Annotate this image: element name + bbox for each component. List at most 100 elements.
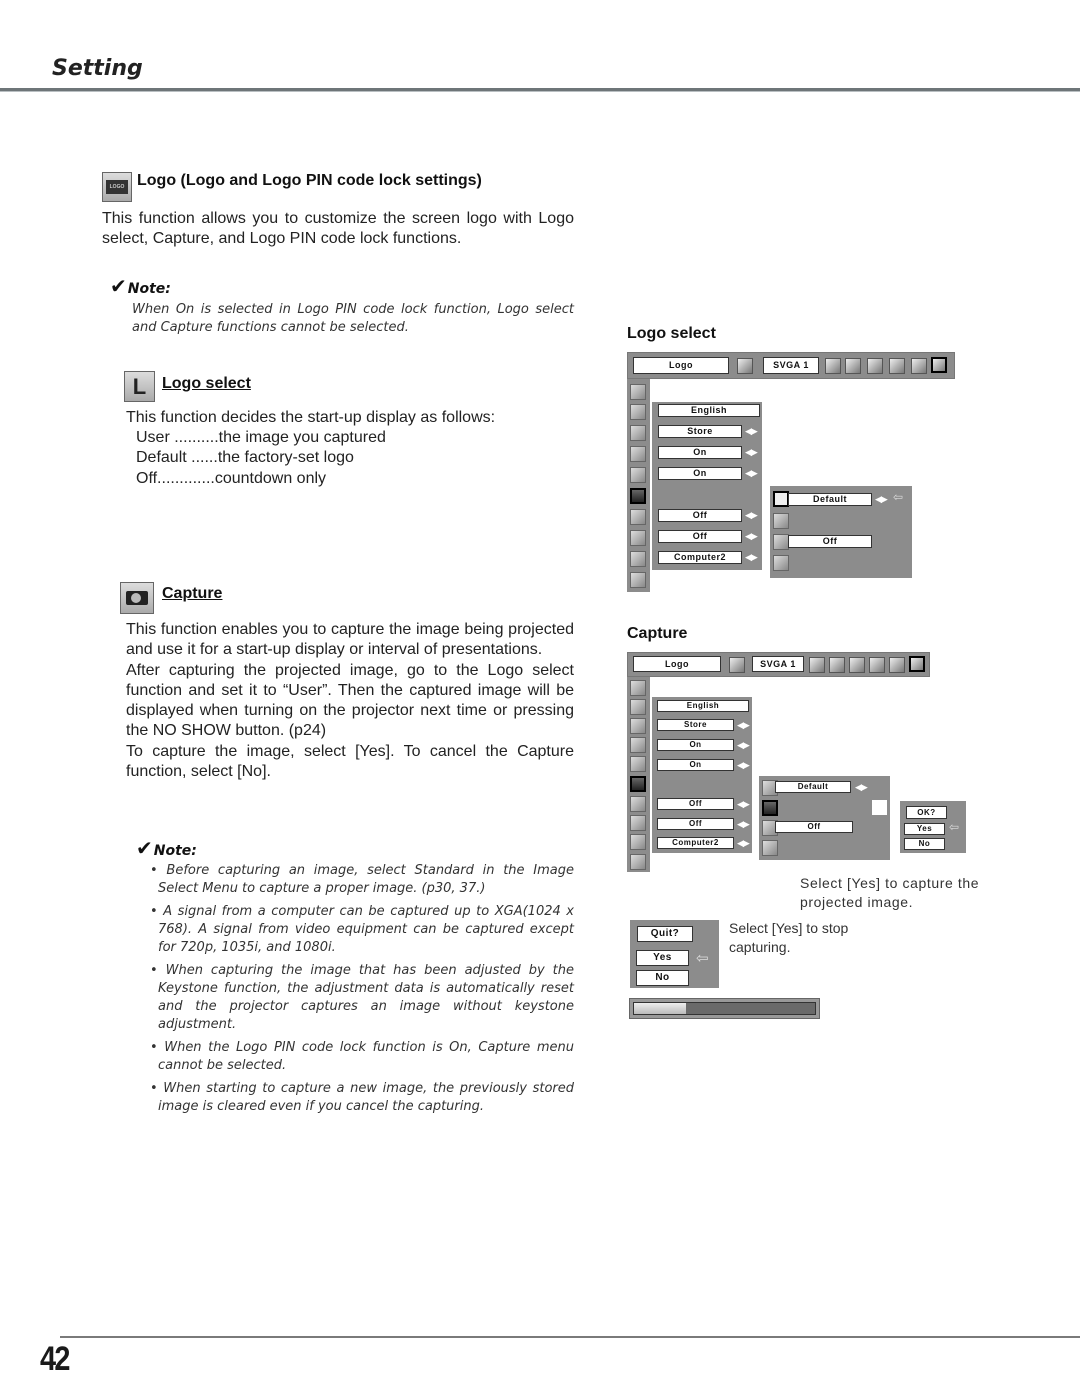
image-select-icon[interactable] [845, 358, 861, 374]
capture-note-heading: ✔Note: [136, 836, 197, 860]
pointer-arrow-icon: ⇦ [696, 950, 709, 967]
terminal-icon[interactable] [630, 834, 646, 850]
image-adjust-icon[interactable] [867, 358, 883, 374]
adjust-arrows-icon[interactable]: ◀▶ [737, 720, 750, 731]
logo-select-options: User ..........the image you captured De… [136, 428, 386, 489]
adjust-arrows-icon[interactable]: ◀▶ [745, 426, 758, 437]
capture-description: This function enables you to capture the… [126, 620, 574, 782]
menu-field[interactable]: On [658, 446, 742, 459]
adjust-arrows-icon[interactable]: ◀▶ [737, 838, 750, 849]
setting-icon[interactable] [931, 357, 947, 373]
ceiling-icon[interactable] [630, 796, 646, 812]
language-field[interactable]: English [658, 404, 760, 417]
capture-icon[interactable] [773, 513, 789, 529]
image-adjust-icon[interactable] [849, 657, 865, 673]
menu-field[interactable]: Computer2 [657, 837, 734, 849]
adjust-arrows-icon[interactable]: ◀▶ [745, 468, 758, 479]
menu-field[interactable]: Off [658, 530, 742, 543]
logo-menu-icon[interactable] [630, 488, 646, 504]
ceiling-icon[interactable] [630, 509, 646, 525]
screen-size-icon[interactable] [869, 657, 885, 673]
capture-icon[interactable] [762, 800, 778, 816]
note-label: Note: [127, 281, 171, 297]
pc-adjust-icon[interactable] [825, 358, 841, 374]
exit-icon[interactable] [773, 555, 789, 571]
capture-notes: • Before capturing an image, select Stan… [148, 862, 574, 1121]
adjust-arrows-icon[interactable]: ◀▶ [745, 552, 758, 563]
scroll-up-icon[interactable] [630, 680, 646, 696]
header-rule [0, 88, 1080, 92]
screen-size-icon[interactable] [889, 358, 905, 374]
background-icon[interactable] [630, 737, 646, 753]
pin-lock-icon[interactable] [773, 534, 789, 550]
menu-field[interactable]: Store [658, 425, 742, 438]
pc-adjust-icon[interactable] [809, 657, 825, 673]
exit-icon[interactable] [762, 840, 778, 856]
note-heading: ✔Note: [110, 274, 171, 298]
confirm-yes-button[interactable]: Yes [904, 823, 945, 835]
adjust-arrows-icon[interactable]: ◀▶ [745, 531, 758, 542]
image-select-icon[interactable] [829, 657, 845, 673]
display-icon[interactable] [630, 756, 646, 772]
quit-no-button[interactable]: No [636, 970, 689, 986]
menu-title-field: Logo [633, 656, 721, 672]
note-text: When On is selected in Logo PIN code loc… [132, 302, 574, 335]
logo-select-menu: Logo SVGA 1 English Store ◀▶ On ◀▶ On ◀▶… [627, 352, 955, 592]
adjust-arrows-icon[interactable]: ◀▶ [855, 782, 868, 793]
logo-select-icon[interactable] [773, 491, 789, 507]
scroll-up-icon[interactable] [630, 384, 646, 400]
adjust-arrows-icon[interactable]: ◀▶ [875, 494, 888, 505]
setting-icon[interactable] [909, 656, 925, 672]
menu-field[interactable]: Off [657, 798, 734, 810]
language-field[interactable]: English [657, 700, 749, 712]
adjust-arrows-icon[interactable]: ◀▶ [737, 819, 750, 830]
pointer-arrow-icon: ⇦ [893, 490, 904, 504]
logo-select-field[interactable]: Default [788, 493, 872, 506]
logo-select-icon: L [124, 371, 155, 402]
option-user: User ..........the image you captured [136, 429, 386, 446]
terminal-icon[interactable] [630, 551, 646, 567]
rear-icon[interactable] [630, 530, 646, 546]
scroll-down-icon[interactable] [630, 572, 646, 588]
adjust-arrows-icon[interactable]: ◀▶ [745, 447, 758, 458]
sound-icon[interactable] [889, 657, 905, 673]
logo-menu-icon[interactable] [630, 776, 646, 792]
pointer-arrow-icon: ⇦ [949, 820, 960, 834]
adjust-arrows-icon[interactable]: ◀▶ [737, 760, 750, 771]
menu-field[interactable]: Off [658, 509, 742, 522]
menu-field[interactable]: On [658, 467, 742, 480]
menu-field[interactable]: Off [657, 818, 734, 830]
quit-yes-button[interactable]: Yes [636, 950, 689, 966]
caption-confirm: Select [Yes] to capture the projected im… [800, 875, 980, 910]
logo-select-menu-heading: Logo select [627, 325, 716, 342]
source-field: SVGA 1 [763, 357, 819, 374]
menu-field[interactable]: Store [657, 719, 734, 731]
screen-icon[interactable] [737, 358, 753, 374]
menu-field[interactable]: On [657, 759, 734, 771]
camera-icon [120, 582, 154, 614]
note-item: • When capturing the image that has been… [150, 963, 574, 1032]
pin-lock-field[interactable]: Off [775, 821, 853, 833]
keystone-icon[interactable] [630, 425, 646, 441]
sound-icon[interactable] [911, 358, 927, 374]
language-icon[interactable] [630, 699, 646, 715]
screen-icon[interactable] [729, 657, 745, 673]
language-icon[interactable] [630, 404, 646, 420]
pin-lock-field[interactable]: Off [788, 535, 872, 548]
logo-select-field[interactable]: Default [775, 781, 851, 793]
note-item: • Before capturing an image, select Stan… [150, 863, 574, 896]
adjust-arrows-icon[interactable]: ◀▶ [737, 740, 750, 751]
capture-preview-box [872, 800, 887, 815]
menu-field[interactable]: On [657, 739, 734, 751]
capture-progress-bar [629, 998, 820, 1019]
scroll-down-icon[interactable] [630, 854, 646, 870]
adjust-arrows-icon[interactable]: ◀▶ [737, 799, 750, 810]
adjust-arrows-icon[interactable]: ◀▶ [745, 510, 758, 521]
display-icon[interactable] [630, 467, 646, 483]
progress-fill [634, 1003, 687, 1014]
confirm-no-button[interactable]: No [904, 838, 945, 850]
rear-icon[interactable] [630, 815, 646, 831]
keystone-icon[interactable] [630, 718, 646, 734]
menu-field[interactable]: Computer2 [658, 551, 742, 564]
background-icon[interactable] [630, 446, 646, 462]
